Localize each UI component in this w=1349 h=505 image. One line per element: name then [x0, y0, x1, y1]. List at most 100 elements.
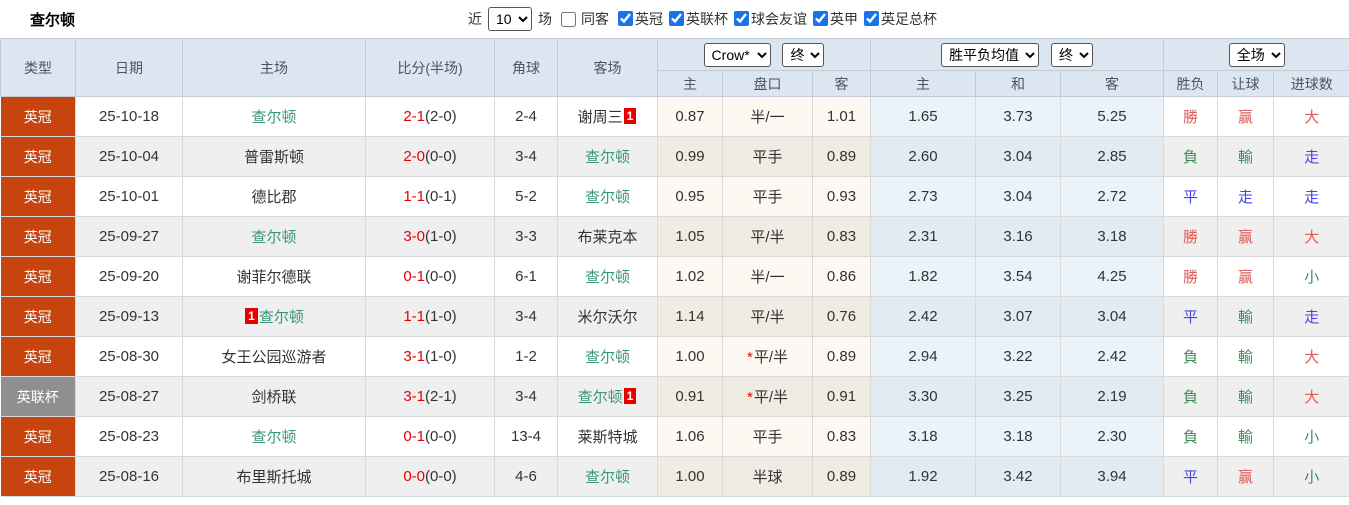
- col-result: 胜负: [1163, 70, 1219, 97]
- score-cell: 3-1(2-1): [365, 376, 495, 417]
- col-corner: 角球: [494, 38, 558, 97]
- avg-type-select[interactable]: 胜平负均值: [941, 42, 1040, 67]
- recent-count-select[interactable]: 10: [488, 7, 532, 31]
- score-cell: 2-0(0-0): [365, 136, 495, 177]
- score-fulltime: 3-1: [403, 388, 425, 405]
- team-name: 布莱克本: [577, 229, 638, 246]
- avg-state-select[interactable]: 终: [1050, 42, 1093, 67]
- home-team: 普雷斯顿: [182, 136, 366, 177]
- score-halftime: (0-1): [425, 188, 457, 205]
- match-row: 英冠 25-08-16 布里斯托城 0-0(0-0) 4-6 查尔顿 1.00 半球 0.89 1…: [0, 456, 1349, 497]
- league-filter-label: 球会友谊: [751, 10, 807, 27]
- avg-away: 2.30: [1059, 416, 1165, 457]
- avg-home: 2.42: [870, 296, 976, 337]
- away-team: 查尔顿 1: [557, 376, 658, 417]
- odds-state-select[interactable]: 终: [782, 42, 825, 67]
- match-date: 25-09-20: [75, 256, 183, 297]
- odds-away: 1.01: [812, 96, 871, 137]
- team-name: 谢菲尔德联: [236, 269, 312, 286]
- result-handicap: 赢: [1217, 216, 1275, 257]
- odds-away: 0.89: [812, 336, 871, 377]
- home-team: 布里斯托城: [182, 456, 366, 497]
- match-date: 25-10-18: [75, 96, 183, 137]
- odds-away: 0.89: [812, 136, 871, 177]
- avg-draw: 3.07: [975, 296, 1061, 337]
- page-title: 查尔顿: [30, 11, 76, 29]
- team-name: 普雷斯顿: [243, 149, 304, 166]
- handicap: 半球: [722, 456, 813, 497]
- odds-away: 0.83: [812, 216, 871, 257]
- away-team: 查尔顿: [557, 176, 658, 217]
- handicap: *平/半: [722, 336, 813, 377]
- odds-home: 1.06: [657, 416, 723, 457]
- avg-away: 2.42: [1059, 336, 1165, 377]
- corner-score: 2-4: [494, 96, 558, 137]
- odds-away: 0.76: [812, 296, 871, 337]
- team-name: 查尔顿: [258, 309, 304, 326]
- away-team: 查尔顿: [557, 456, 658, 497]
- same-venue-checkbox[interactable]: [561, 11, 576, 27]
- corner-score: 5-2: [494, 176, 558, 217]
- league-filter-checkbox[interactable]: [813, 11, 828, 27]
- scope-select[interactable]: 全场: [1228, 42, 1285, 67]
- avg-draw: 3.04: [975, 136, 1061, 177]
- match-row: 英冠 25-10-18 查尔顿 2-1(2-0) 2-4 谢周三 1 0.87 半/一 1.01 1…: [0, 96, 1349, 137]
- match-date: 25-10-01: [75, 176, 183, 217]
- league-filter-checkbox[interactable]: [618, 11, 633, 27]
- away-team: 查尔顿: [557, 136, 658, 177]
- result-handicap: 赢: [1217, 96, 1275, 137]
- odds-away: 0.93: [812, 176, 871, 217]
- corner-score: 6-1: [494, 256, 558, 297]
- result-handicap: 赢: [1217, 456, 1275, 497]
- team-name: 谢周三: [577, 109, 623, 126]
- home-team: 1 查尔顿: [182, 296, 366, 337]
- odds-away: 0.89: [812, 456, 871, 497]
- odds-company-select[interactable]: Crow*: [703, 42, 771, 67]
- league-badge: 英联杯: [0, 376, 76, 417]
- col-handicap-result: 让球: [1217, 70, 1275, 97]
- home-team: 剑桥联: [182, 376, 366, 417]
- avg-home: 2.94: [870, 336, 976, 377]
- match-date: 25-08-27: [75, 376, 183, 417]
- avg-home: 3.30: [870, 376, 976, 417]
- away-team: 谢周三 1: [557, 96, 658, 137]
- league-filter[interactable]: 英足总杯: [858, 9, 937, 29]
- league-badge: 英冠: [0, 136, 76, 177]
- avg-home: 1.92: [870, 456, 976, 497]
- match-row: 英冠 25-10-01 德比郡 1-1(0-1) 5-2 查尔顿 0.95 平手 0.93 2.7…: [0, 176, 1349, 217]
- match-date: 25-10-04: [75, 136, 183, 177]
- league-filter-label: 英联杯: [686, 10, 728, 27]
- toolbar: 查尔顿 近 10 场 同客 英冠 英联杯 球会友谊 英甲 英足总杯: [0, 0, 1349, 38]
- league-badge: 英冠: [0, 96, 76, 137]
- corner-score: 3-4: [494, 296, 558, 337]
- odds-away: 0.83: [812, 416, 871, 457]
- avg-home: 2.73: [870, 176, 976, 217]
- home-team: 查尔顿: [182, 416, 366, 457]
- league-filter[interactable]: 球会友谊: [728, 9, 807, 29]
- match-date: 25-08-23: [75, 416, 183, 457]
- league-filter[interactable]: 英联杯: [663, 9, 728, 29]
- league-badge: 英冠: [0, 456, 76, 497]
- handicap: 平手: [722, 136, 813, 177]
- league-filter-checkbox[interactable]: [669, 11, 684, 27]
- col-home: 主场: [182, 38, 366, 97]
- recent-label: 近: [468, 11, 482, 27]
- league-filter[interactable]: 英甲: [807, 9, 858, 29]
- league-filter-checkbox[interactable]: [734, 11, 749, 27]
- result-win-loss: 負: [1163, 336, 1219, 377]
- result-win-loss: 平: [1163, 456, 1219, 497]
- col-goals-result: 进球数: [1273, 70, 1349, 97]
- col-odds-handicap: 盘口: [722, 70, 813, 97]
- league-filter-label: 英足总杯: [881, 10, 937, 27]
- league-filter[interactable]: 英冠: [612, 9, 663, 29]
- result-handicap: 輸: [1217, 416, 1275, 457]
- match-date: 25-08-16: [75, 456, 183, 497]
- odds-controls: Crow* 终: [657, 38, 871, 71]
- league-filter-checkbox[interactable]: [864, 11, 879, 27]
- avg-draw: 3.22: [975, 336, 1061, 377]
- filter-controls: 近 10 场 同客 英冠 英联杯 球会友谊 英甲 英足总杯: [465, 7, 937, 31]
- avg-home: 1.82: [870, 256, 976, 297]
- odds-home: 0.91: [657, 376, 723, 417]
- col-date: 日期: [75, 38, 183, 97]
- avg-draw: 3.18: [975, 416, 1061, 457]
